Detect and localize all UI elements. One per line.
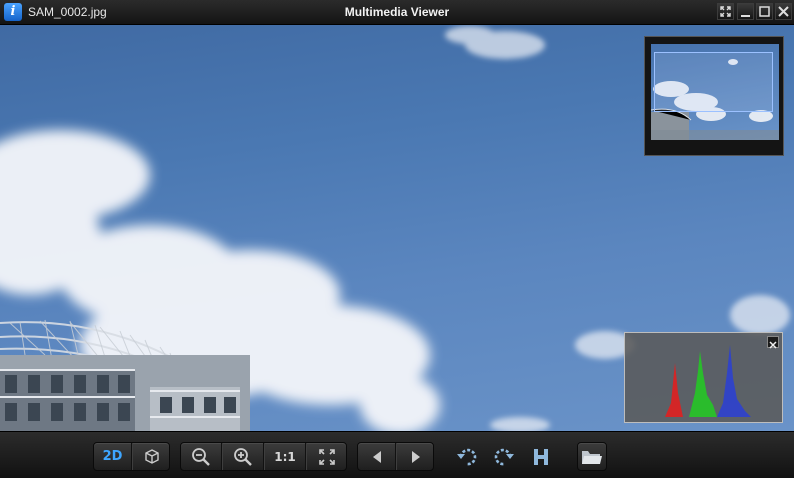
info-icon: i (4, 3, 22, 21)
close-icon (769, 341, 777, 349)
folder-icon (582, 450, 602, 464)
bottom-toolbar: 2D 1:1 (0, 431, 794, 478)
actual-size-label: 1:1 (274, 449, 296, 464)
view-mode-group: 2D (93, 442, 170, 471)
previous-button[interactable] (358, 443, 396, 470)
zoom-in-button[interactable] (223, 443, 264, 470)
zoom-group: 1:1 (180, 442, 347, 471)
histogram-close-button[interactable] (767, 336, 779, 349)
view-2d-button[interactable]: 2D (94, 443, 132, 470)
actual-size-button[interactable]: 1:1 (265, 443, 306, 470)
open-folder-group (577, 442, 607, 471)
histogram-chart (665, 345, 751, 417)
histogram-button[interactable] (527, 442, 555, 471)
fit-to-window-icon (319, 448, 335, 465)
fullscreen-button[interactable] (717, 3, 734, 20)
navigator-panel[interactable] (644, 36, 784, 156)
rotate-left-button[interactable] (452, 442, 482, 471)
rotate-right-icon (494, 448, 514, 465)
next-button[interactable] (397, 443, 434, 470)
view-3d-button[interactable] (133, 443, 170, 470)
minimize-button[interactable] (737, 3, 754, 20)
file-name: SAM_0002.jpg (28, 5, 107, 19)
open-folder-button[interactable] (578, 443, 606, 470)
close-button[interactable] (775, 3, 792, 20)
rotate-left-icon (457, 448, 477, 465)
fullscreen-icon (720, 6, 731, 17)
navigation-group (357, 442, 434, 471)
histogram-panel (624, 332, 783, 423)
minimize-icon (741, 15, 750, 17)
title-bar: i SAM_0002.jpg Multimedia Viewer (0, 0, 794, 25)
next-icon (411, 450, 420, 463)
previous-icon (372, 450, 381, 463)
histogram-icon (534, 448, 548, 465)
zoom-out-button[interactable] (181, 443, 222, 470)
close-icon (778, 6, 789, 17)
view-2d-label: 2D (102, 449, 123, 464)
navigator-thumbnail (651, 44, 779, 140)
rotate-right-button[interactable] (489, 442, 519, 471)
maximize-button[interactable] (756, 3, 773, 20)
zoom-out-icon (192, 447, 210, 466)
fit-to-window-button[interactable] (307, 443, 347, 470)
maximize-icon (759, 6, 770, 17)
image-viewport[interactable] (0, 25, 794, 431)
navigator-view-rect[interactable] (654, 52, 773, 112)
3d-view-icon (144, 448, 159, 464)
app-title: Multimedia Viewer (344, 5, 450, 19)
zoom-in-icon (234, 447, 252, 466)
